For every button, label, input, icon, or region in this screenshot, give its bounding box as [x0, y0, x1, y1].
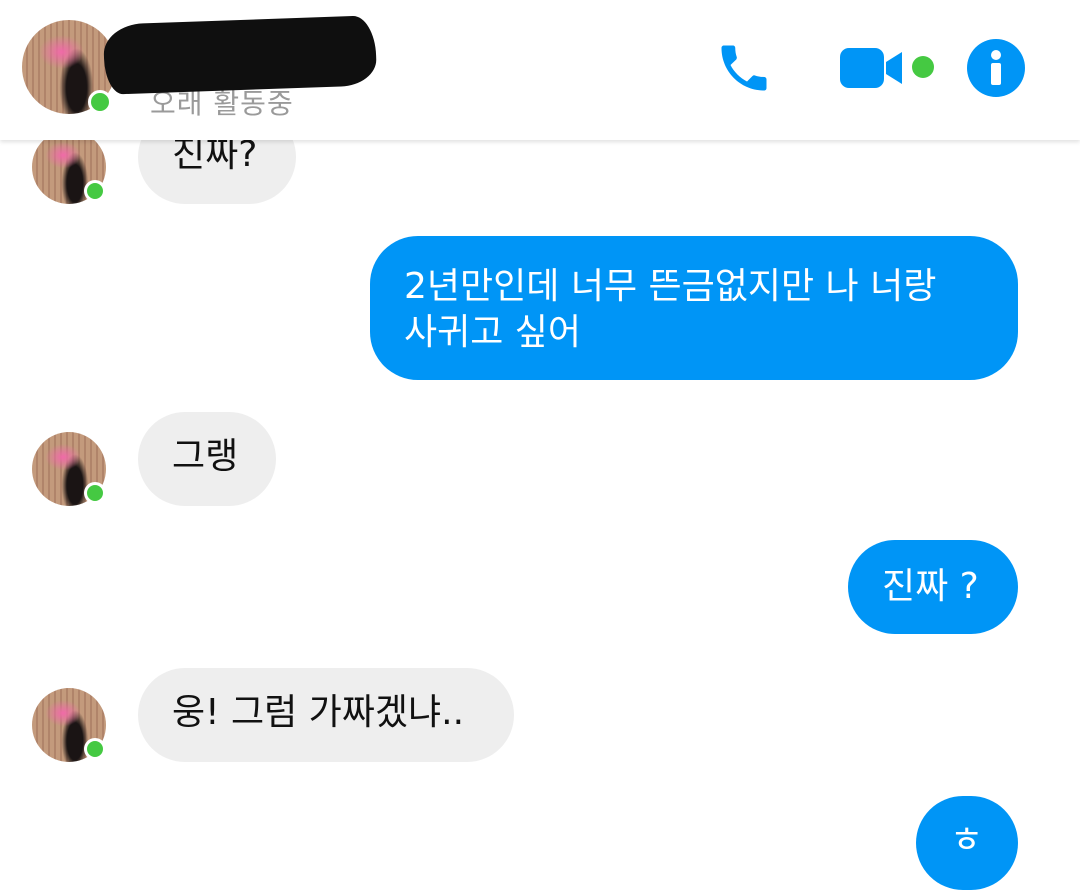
- message-text-line1: 2년만인데 너무 뜬금없지만 나 너랑: [404, 266, 937, 307]
- message-bubble-outgoing[interactable]: ㅎ: [916, 796, 1018, 890]
- message-text: 웅! 그럼 가짜겠냐..: [172, 692, 465, 733]
- online-status-dot: [88, 90, 112, 114]
- info-icon[interactable]: [966, 38, 1026, 98]
- video-camera-icon[interactable]: [838, 44, 908, 92]
- contact-name-redacted: [102, 15, 378, 95]
- message-bubble-incoming[interactable]: 웅! 그럼 가짜겠냐..: [138, 668, 514, 762]
- message-bubble-outgoing[interactable]: 2년만인데 너무 뜬금없지만 나 너랑 사귀고 싶어: [370, 236, 1018, 380]
- message-bubble-incoming[interactable]: 그랭: [138, 412, 276, 506]
- message-bubble-outgoing[interactable]: 진짜 ?: [848, 540, 1018, 634]
- phone-icon[interactable]: [714, 38, 774, 98]
- message-text-line2: 사귀고 싶어: [404, 312, 582, 353]
- online-status-dot: [84, 180, 106, 202]
- message-text: ㅎ: [950, 820, 984, 861]
- message-text: 그랭: [172, 436, 239, 477]
- online-status-dot: [84, 482, 106, 504]
- chat-header: 오래 활동중: [0, 0, 1080, 140]
- online-status-dot: [84, 738, 106, 760]
- message-text: 진짜 ?: [882, 566, 979, 607]
- video-active-dot: [912, 56, 934, 78]
- message-text: 진짜?: [172, 134, 258, 175]
